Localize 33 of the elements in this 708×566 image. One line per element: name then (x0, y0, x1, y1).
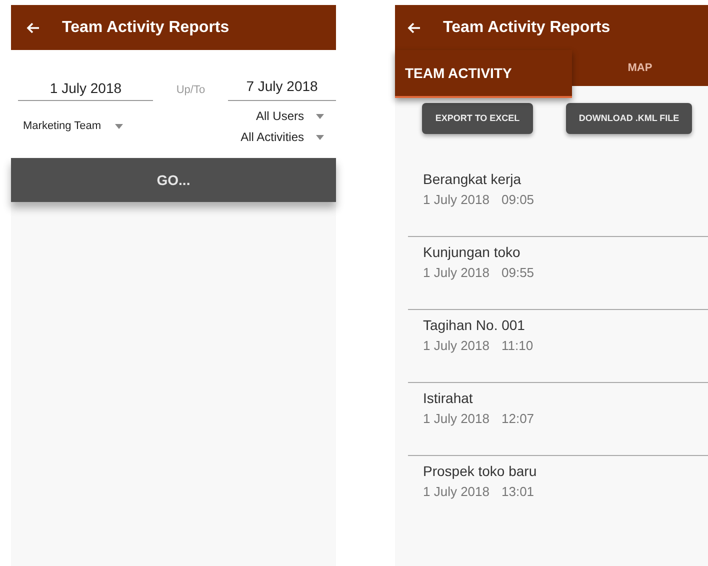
dropdown-caret-icon (115, 124, 124, 129)
screen-title: Team Activity Reports (62, 18, 230, 38)
back-arrow-icon[interactable] (407, 22, 421, 34)
activity-time: 09:55 (502, 264, 534, 282)
export-button[interactable]: EXPORT TO EXCEL (422, 103, 533, 134)
export-button[interactable]: DOWNLOAD .KML FILE (566, 103, 692, 134)
activity-name: Prospek toko baru (423, 462, 538, 481)
activity-date: 1 July 2018 (423, 264, 490, 282)
activity-time: 09:05 (502, 191, 534, 209)
start-date-field[interactable]: 1 July 2018 (18, 78, 154, 101)
user-dropdown[interactable]: All Users (256, 107, 324, 125)
activity-name: Kunjungan toko (423, 243, 522, 262)
go-button[interactable]: GO... (11, 158, 336, 202)
activity-time: 13:01 (502, 483, 534, 501)
team-dropdown[interactable]: Marketing Team (23, 107, 124, 146)
activity-time: 11:10 (502, 337, 534, 355)
activity-date: 1 July 2018 (423, 410, 490, 428)
tab[interactable]: MAP (572, 50, 708, 86)
dropdown-caret-icon (316, 114, 324, 118)
dropdown-caret-icon (316, 134, 324, 140)
activity-date: 1 July 2018 (423, 191, 490, 209)
tab[interactable]: TEAM ACTIVITY (395, 50, 572, 98)
back-arrow-icon[interactable] (26, 22, 40, 34)
activity-name: Berangkat kerja (423, 170, 522, 189)
activity-date: 1 July 2018 (423, 483, 490, 501)
activity-name: Tagihan No. 001 (423, 316, 526, 335)
end-date-field[interactable]: 7 July 2018 (228, 76, 336, 101)
activity-name: Istirahat (423, 389, 474, 408)
screen-title: Team Activity Reports (443, 18, 610, 38)
activity-date: 1 July 2018 (423, 337, 490, 355)
range-separator: Up/To (175, 82, 206, 98)
activity-time: 12:07 (502, 410, 534, 428)
activity-dropdown[interactable]: All Activities (240, 128, 324, 146)
